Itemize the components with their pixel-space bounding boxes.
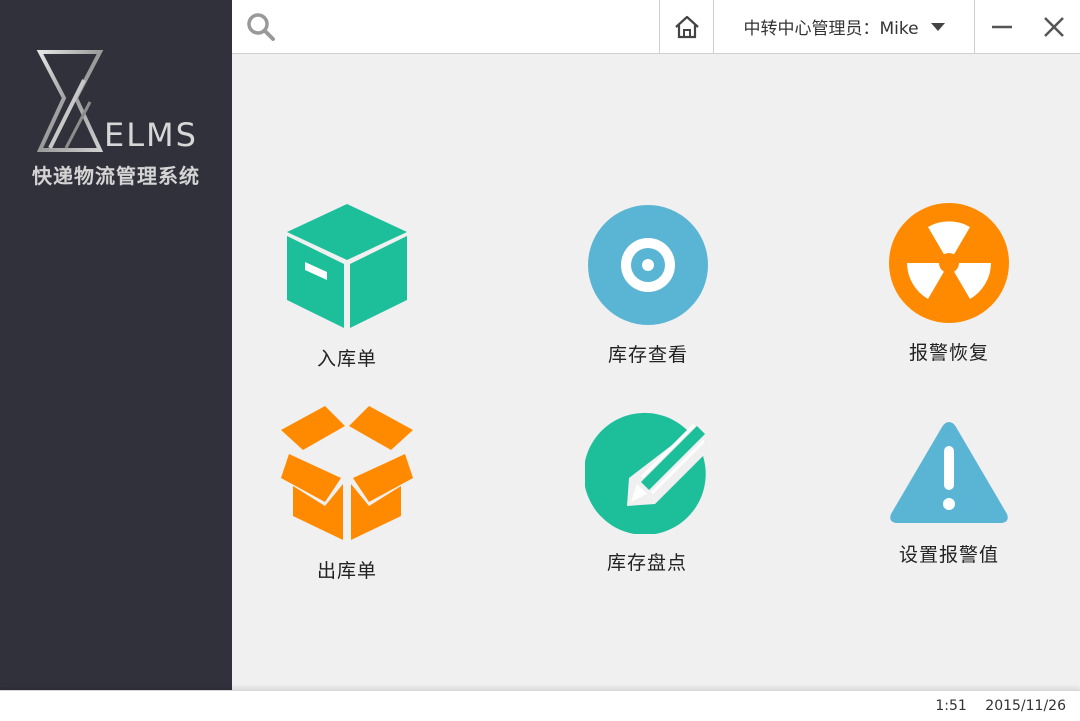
search-icon[interactable] [246,12,276,42]
tile-inbound-order[interactable]: 入库单 [247,202,447,371]
disc-icon [588,205,708,325]
status-bar: 1:51 2015/11/26 [0,690,1080,721]
sidebar: ELMS 快递物流管理系统 [0,0,232,690]
clock: 1:51 2015/11/26 [921,698,1066,714]
tile-label: 设置报警值 [898,544,999,566]
tile-inventory-check[interactable]: 库存盘点 [547,410,747,575]
tile-label: 入库单 [316,348,377,370]
close-button[interactable] [1028,0,1080,53]
logo-hourglass-icon [36,50,104,152]
logo-text: ELMS [104,116,198,154]
main-panel: 入库单 库存查看 报警恢复 出库单 库存盘点 设置报警值 [232,54,1080,690]
radiation-icon [889,203,1009,323]
user-menu-dropdown[interactable]: 中转中心管理员：Mike [714,0,974,53]
tile-alarm-recovery[interactable]: 报警恢复 [849,202,1049,365]
status-date: 2015/11/26 [985,698,1066,714]
top-bar: 中转中心管理员：Mike [232,0,1080,54]
home-button[interactable] [660,0,714,53]
home-icon [675,15,699,38]
tile-outbound-order[interactable]: 出库单 [247,404,447,583]
minimize-button[interactable] [976,0,1028,53]
box-open-icon [281,406,413,540]
tile-label: 出库单 [316,560,377,582]
tile-label: 库存查看 [607,344,688,366]
warning-icon [890,422,1008,523]
pencil-circle-icon [585,412,706,534]
user-label: 中转中心管理员：Mike [743,19,919,39]
close-icon [1044,16,1064,37]
tile-label: 报警恢复 [908,342,989,364]
box-closed-icon [287,204,407,328]
status-time: 1:51 [935,698,967,714]
tile-inventory-view[interactable]: 库存查看 [548,204,748,367]
tile-label: 库存盘点 [606,552,687,574]
app-subtitle: 快递物流管理系统 [32,164,200,188]
tile-set-alarm[interactable]: 设置报警值 [849,418,1049,567]
minimize-icon [992,25,1012,28]
divider [974,0,975,53]
chevron-down-icon [930,22,945,31]
